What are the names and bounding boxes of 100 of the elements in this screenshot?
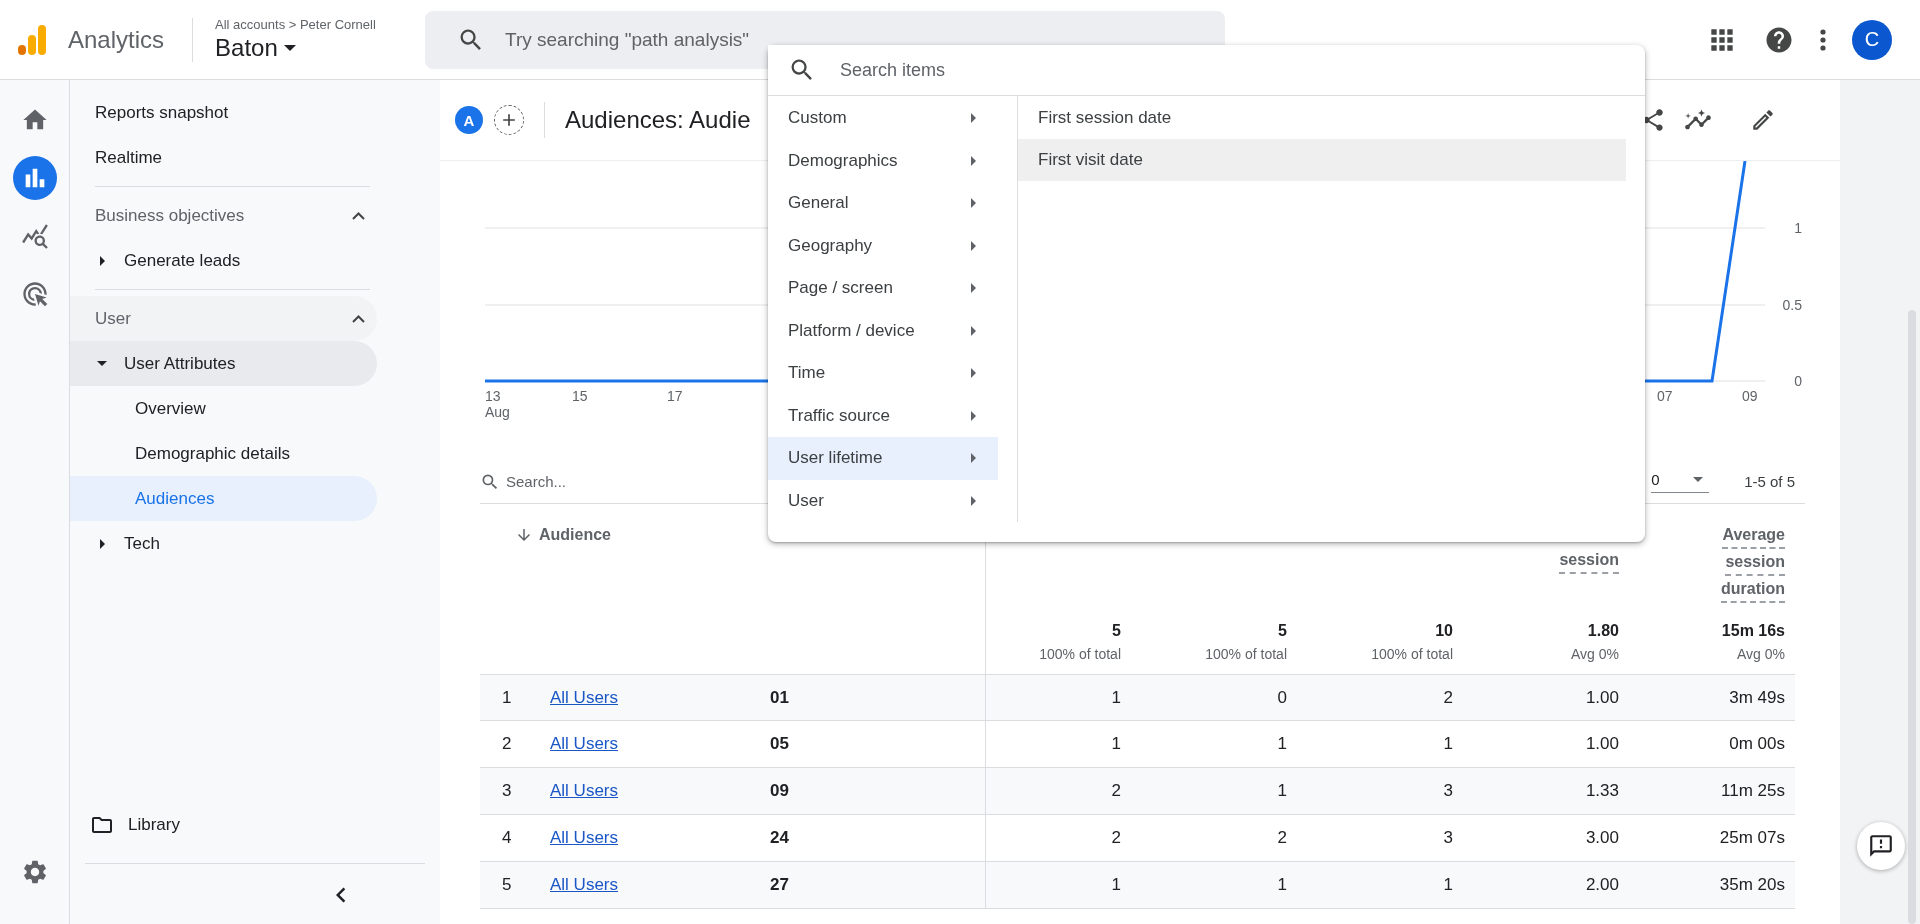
property-selector[interactable]: Baton [215, 34, 296, 62]
total-value: 1.80 [1587, 622, 1619, 640]
column-header[interactable]: Average session duration [1721, 522, 1785, 603]
table-cell: 11m 25s [1721, 781, 1785, 801]
table-cell: 3 [1443, 781, 1453, 801]
total-value: 15m 16s [1721, 622, 1785, 640]
nav-section-header[interactable]: Business objectives [70, 193, 377, 238]
dropdown-caret-icon [1693, 476, 1704, 482]
analytics-logo [18, 24, 46, 55]
collapsed-caret-icon [99, 255, 105, 266]
axis-tick-label: 0 [1794, 373, 1802, 389]
column-header[interactable]: Audience [539, 522, 611, 547]
more-icon [1820, 28, 1826, 51]
axis-tick-label: 07 [1657, 388, 1673, 404]
audience-link[interactable]: All Users [550, 828, 618, 848]
dropdown-caret-icon [283, 45, 296, 51]
menu-category[interactable]: Page / screen [768, 267, 998, 310]
menu-category[interactable]: Demographics [768, 139, 998, 182]
submenu-arrow-icon [971, 283, 976, 294]
table-cell: 2 [1443, 687, 1453, 708]
edit-button[interactable] [1750, 107, 1776, 133]
axis-tick-label: 15 [572, 388, 588, 404]
table-cell: 3.00 [1585, 828, 1619, 848]
submenu-arrow-icon [971, 410, 976, 421]
submenu-arrow-icon [971, 240, 976, 251]
menu-category[interactable]: Custom [768, 97, 998, 140]
comparison-chip[interactable]: A [455, 106, 483, 134]
nav-group[interactable]: User Attributes [70, 341, 377, 386]
submenu-arrow-icon [971, 325, 976, 336]
audience-link[interactable]: All Users [550, 734, 618, 754]
total-note: 100% of total [1205, 646, 1287, 662]
submenu-arrow-icon [971, 368, 976, 379]
menu-search-field[interactable]: Search items [768, 45, 1368, 95]
total-value: 5 [1112, 622, 1121, 640]
nav-item[interactable]: Demographic details [70, 431, 377, 476]
library-link[interactable]: Library [70, 805, 440, 845]
submenu-arrow-icon [971, 495, 976, 506]
table-cell: 2 [1111, 828, 1121, 848]
table-cell: 1 [1277, 875, 1287, 895]
expanded-caret-icon [97, 361, 107, 366]
table-cell: 25m 07s [1719, 828, 1785, 848]
nav-item[interactable]: Realtime [70, 135, 377, 180]
table-cell: 1 [1277, 781, 1287, 801]
menu-category[interactable]: Traffic source [768, 394, 998, 437]
audience-link[interactable]: All Users [550, 781, 618, 801]
bar-chart-nav-button[interactable] [12, 156, 57, 200]
table-cell: 01 [770, 687, 789, 708]
table-cell: 09 [770, 781, 789, 801]
nav-group[interactable]: Tech [70, 521, 377, 566]
submenu-arrow-icon [971, 198, 976, 209]
menu-item[interactable]: First visit date [1018, 139, 1626, 181]
total-value: 5 [1278, 622, 1287, 640]
chevron-up-icon [352, 314, 365, 323]
nav-item[interactable]: Reports snapshot [70, 90, 377, 135]
more-button[interactable] [1820, 28, 1826, 51]
table-cell: 1 [1111, 687, 1121, 708]
table-cell: 1 [1443, 875, 1453, 895]
nav-item[interactable]: Overview [70, 386, 377, 431]
user-avatar[interactable]: C [1852, 19, 1892, 60]
total-note: 100% of total [1371, 646, 1453, 662]
audience-link[interactable]: All Users [550, 687, 618, 708]
row-number: 1 [502, 687, 512, 708]
nav-group[interactable]: Generate leads [70, 238, 377, 283]
table-cell: 24 [770, 828, 789, 848]
submenu-arrow-icon [971, 113, 976, 124]
total-note: Avg 0% [1737, 646, 1785, 662]
pencil-icon [1750, 107, 1776, 133]
axis-tick-label: 0.5 [1782, 297, 1802, 313]
total-note: 100% of total [1039, 646, 1121, 662]
scrollbar-thumb[interactable] [1908, 310, 1916, 924]
menu-category[interactable]: User lifetime [768, 437, 998, 480]
column-header[interactable]: session [1559, 547, 1619, 574]
table-search-field[interactable]: Search... [500, 465, 650, 498]
pagination-text: 1-5 of 5 [1744, 473, 1795, 490]
table-cell: 1 [1443, 734, 1453, 754]
table-cell: 05 [770, 734, 789, 754]
table-cell: 3m 49s [1729, 687, 1785, 708]
axis-tick-label: 1 [1794, 220, 1802, 236]
table-cell: 1.00 [1585, 687, 1619, 708]
menu-category[interactable]: Platform / device [768, 309, 998, 352]
menu-category[interactable]: General [768, 182, 998, 225]
sort-arrow-icon [515, 526, 533, 544]
menu-category[interactable]: User [768, 479, 998, 522]
menu-category[interactable]: Geography [768, 224, 998, 267]
table-cell: 35m 20s [1719, 875, 1785, 895]
nav-item[interactable]: Audiences [70, 476, 377, 521]
cursor-target-icon [20, 280, 49, 308]
rows-per-page-select[interactable]: 0 [1651, 470, 1710, 493]
submenu-arrow-icon [971, 453, 976, 464]
audience-link[interactable]: All Users [550, 875, 618, 895]
menu-item[interactable]: First session date [1018, 97, 1626, 139]
axis-tick-label: 17 [667, 388, 683, 404]
trend-chart-icon [20, 222, 49, 250]
menu-category[interactable]: Time [768, 352, 998, 395]
axis-tick-label: 09 [1742, 388, 1758, 404]
account-breadcrumb: All accounts > Peter Cornell [215, 17, 377, 32]
nav-section-header[interactable]: User [70, 296, 377, 341]
submenu-arrow-icon [971, 155, 976, 166]
table-cell: 2 [1111, 781, 1121, 801]
axis-tick-label: Aug [485, 404, 510, 420]
